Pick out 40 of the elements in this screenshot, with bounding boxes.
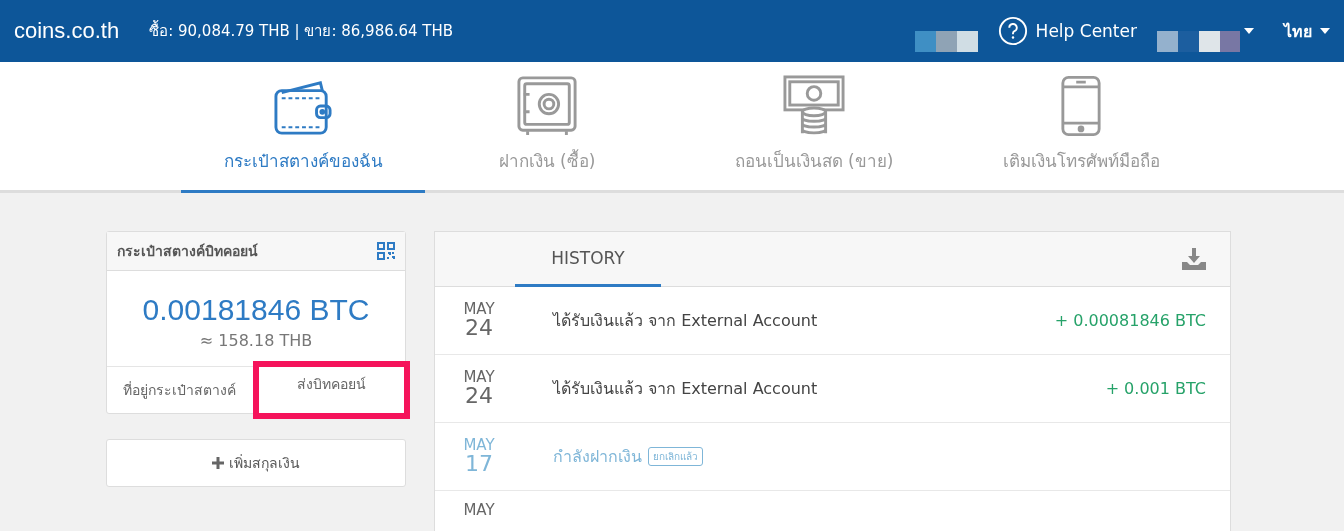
add-currency-button[interactable]: เพิ่มสกุลเงิน [106,439,406,487]
date-day: 24 [465,385,493,407]
date-month: MAY [463,503,495,518]
transaction-title: ได้รับเงินแล้ว จาก External Account [553,310,818,332]
transaction-amount: + 0.00081846 BTC [1054,311,1206,330]
date-day: 24 [465,317,493,339]
date-day: 17 [465,453,493,475]
history-row[interactable]: MAY 24 ได้รับเงินแล้ว จาก External Account + 0.001 BTC [435,355,1230,423]
help-center-link[interactable]: Help Center [997,16,1137,46]
redacted-block [914,31,978,52]
date-month: MAY [463,302,495,317]
phone-icon [1060,75,1102,137]
status-tag: ยกเลิกแล้ว [648,447,703,466]
thb-equivalent: ≈ 158.18 THB [198,331,314,350]
wallet-icon [272,79,334,137]
wallet-action-link[interactable]: ที่อยู่กระเป๋าสตางค์ [107,367,253,413]
safe-icon [516,75,578,137]
wallet-action-link[interactable]: ส่งบิทคอยน์ [252,361,410,419]
transaction-title: กำลังฝากเงิน [553,446,642,468]
date-month: MAY [463,370,495,385]
nav-tab[interactable]: กระเป๋าสตางค์ของฉัน [181,62,425,193]
plus-icon [212,457,224,469]
redacted-account[interactable] [1157,31,1240,52]
exchange-rates: ซื้อ: 90,084.79 THB | ขาย: 86,986.64 THB [149,19,454,42]
history-row[interactable]: MAY 24 ได้รับเงินแล้ว จาก External Account + 0.00081846 BTC [435,287,1230,355]
btc-balance: 0.00181846 BTC [141,293,371,327]
history-tab[interactable]: HISTORY [515,232,661,287]
history-row[interactable]: MAY [435,491,1230,531]
download-icon[interactable] [1182,248,1206,270]
transaction-amount: + 0.001 BTC [1105,379,1206,398]
date-month: MAY [463,438,495,453]
site-logo[interactable]: coins.co.th [14,18,120,44]
help-icon [997,16,1028,46]
language-menu[interactable]: ไทย [1284,18,1330,44]
cash-icon [783,75,845,137]
qr-code-icon[interactable] [377,242,395,260]
card-title: กระเป๋าสตางค์บิทคอยน์ [117,242,258,261]
caret-icon [1320,28,1330,34]
caret-icon [1244,28,1254,34]
transaction-title: ได้รับเงินแล้ว จาก External Account [553,378,818,400]
